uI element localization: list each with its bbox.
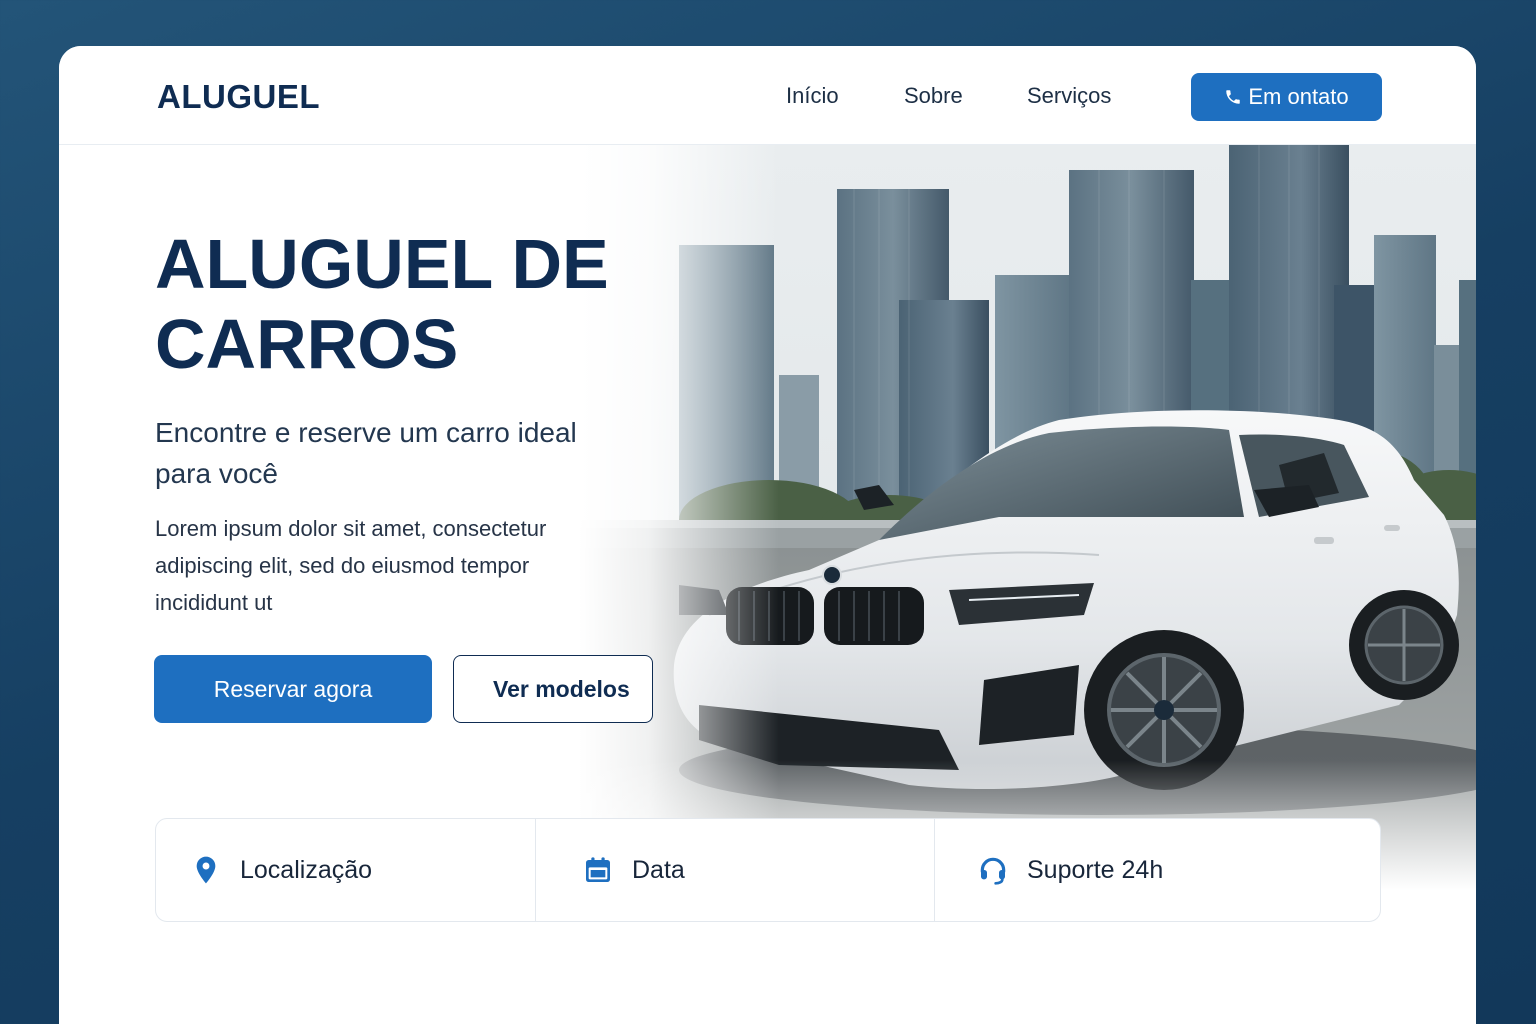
location-pin-icon <box>196 856 216 884</box>
phone-icon <box>1226 90 1241 104</box>
contact-button[interactable]: Em ontato <box>1191 73 1382 121</box>
contact-button-label: Em ontato <box>1248 84 1349 109</box>
feature-bar: Localização Data Suporte 24h <box>155 818 1381 922</box>
hero-description: Lorem ipsum dolor sit amet, consectetur … <box>155 516 547 615</box>
calendar-icon <box>586 857 610 882</box>
hero-title-line-1: ALUGUEL DE <box>155 225 609 303</box>
nav-inicio[interactable]: Início <box>786 83 839 109</box>
page-card: ALUGUEL Início Sobre Serviços Em ontato <box>59 46 1476 1024</box>
book-now-button[interactable]: Reservar agora <box>154 655 432 723</box>
nav-servicos[interactable]: Serviços <box>1027 83 1111 109</box>
feature-support[interactable]: Suporte 24h <box>935 819 1380 921</box>
hero-image <box>579 145 1476 890</box>
nav-sobre[interactable]: Sobre <box>904 83 963 109</box>
hero-subtitle: Encontre e reserve um carro ideal para v… <box>155 417 577 489</box>
feature-date-label: Data <box>632 855 685 884</box>
feature-support-label: Suporte 24h <box>1027 855 1164 884</box>
view-models-button[interactable]: Ver modelos <box>453 655 653 723</box>
feature-location-label: Localização <box>240 855 373 884</box>
feature-date[interactable]: Data <box>536 819 935 921</box>
hero-title-line-2: CARROS <box>155 305 459 383</box>
hero-title: ALUGUEL DE CARROS <box>155 224 675 384</box>
headset-icon <box>980 857 1006 885</box>
site-header: ALUGUEL Início Sobre Serviços Em ontato <box>59 46 1476 145</box>
logo[interactable]: ALUGUEL <box>157 78 320 116</box>
feature-location[interactable]: Localização <box>156 819 536 921</box>
